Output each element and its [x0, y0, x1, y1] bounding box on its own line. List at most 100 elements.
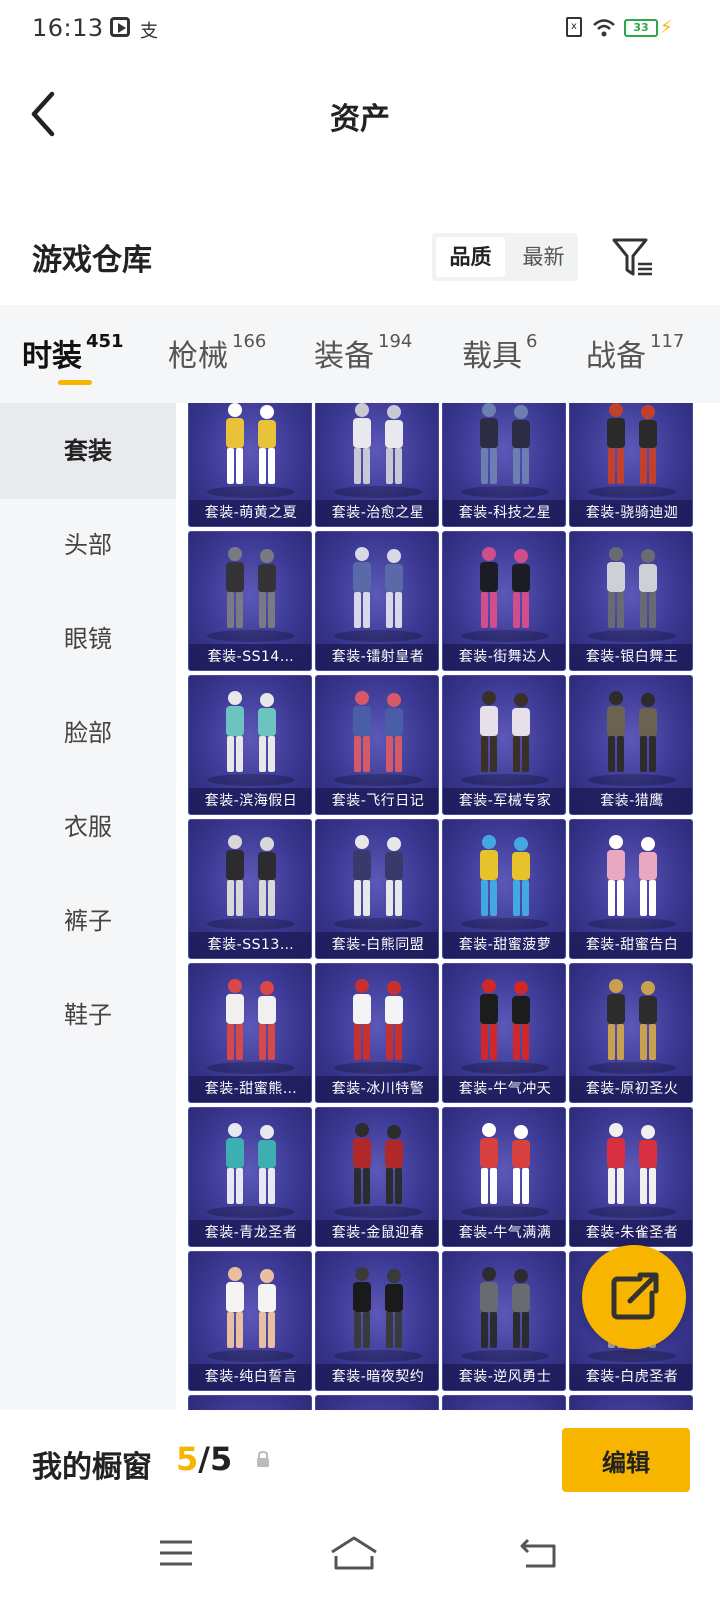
tab-fashion[interactable]: 时装 451 [22, 331, 124, 375]
showcase-total: /5 [198, 1440, 233, 1478]
outfit-thumbnail [443, 1396, 566, 1410]
outfit-card[interactable]: 套装-逆风勇士 [442, 1251, 566, 1391]
outfit-thumbnail [334, 403, 422, 498]
outfit-card[interactable]: 套装-甜蜜告白 [569, 819, 693, 959]
outfit-card[interactable]: 套装-牛气满满 [442, 1107, 566, 1247]
sidebar-item-head[interactable]: 头部 [0, 497, 176, 593]
sidebar-item-outfit[interactable]: 套装 [0, 403, 176, 499]
outfit-name: 套装-牛气满满 [443, 1220, 565, 1246]
outfit-name: 套装-甜蜜熊… [189, 1076, 311, 1102]
outfit-card[interactable]: 套装-朱雀圣者 [569, 1107, 693, 1247]
outfit-thumbnail [461, 403, 549, 498]
tab-label: 装备 [314, 339, 374, 374]
outfit-name: 套装-逆风勇士 [443, 1364, 565, 1390]
home-icon[interactable] [324, 1528, 384, 1578]
filter-icon[interactable] [612, 236, 656, 280]
tab-vehicles[interactable]: 载具 6 [462, 331, 537, 375]
outfit-card[interactable] [569, 1395, 693, 1410]
outfit-card[interactable]: 套装-骁骑迪迦 [569, 403, 693, 527]
sort-newest-option[interactable]: 最新 [509, 233, 578, 281]
outfit-name: 套装-纯白誓言 [189, 1364, 311, 1390]
sidebar-item-face[interactable]: 脸部 [0, 685, 176, 781]
back-nav-icon[interactable] [508, 1528, 568, 1578]
outfit-card[interactable]: 套装-街舞达人 [442, 531, 566, 671]
showcase-count: 5/5 [176, 1440, 232, 1478]
outfit-card[interactable] [188, 1395, 312, 1410]
outfit-thumbnail [316, 1396, 439, 1410]
outfit-card[interactable] [315, 1395, 439, 1410]
outfit-name: 套装-银白舞王 [570, 644, 692, 670]
outfit-thumbnail [207, 1267, 295, 1362]
outfit-card[interactable]: 套装-飞行日记 [315, 675, 439, 815]
tab-guns[interactable]: 枪械 166 [168, 331, 266, 375]
tab-label: 载具 [462, 339, 522, 374]
outfit-card[interactable]: 套装-甜蜜熊… [188, 963, 312, 1103]
share-button[interactable] [582, 1245, 686, 1349]
outfit-name: 套装-暗夜契约 [316, 1364, 438, 1390]
outfit-card[interactable]: 套装-冰川特警 [315, 963, 439, 1103]
menu-icon[interactable] [146, 1528, 206, 1578]
outfit-name: 套装-冰川特警 [316, 1076, 438, 1102]
outfit-card[interactable] [442, 1395, 566, 1410]
outfit-card[interactable]: 套装-原初圣火 [569, 963, 693, 1103]
outfit-card[interactable]: 套装-镭射皇者 [315, 531, 439, 671]
outfit-card[interactable]: 套装-甜蜜菠萝 [442, 819, 566, 959]
outfit-thumbnail [207, 547, 295, 642]
outfit-card[interactable]: 套装-军械专家 [442, 675, 566, 815]
outfit-card[interactable]: 套装-治愈之星 [315, 403, 439, 527]
sidebar-item-pants[interactable]: 裤子 [0, 873, 176, 969]
outfit-card[interactable]: 套装-滨海假日 [188, 675, 312, 815]
outfit-name: 套装-白虎圣者 [570, 1364, 692, 1390]
category-tabs: 时装 451 枪械 166 装备 194 载具 6 战备 117 [0, 305, 720, 403]
tab-equipment[interactable]: 装备 194 [314, 331, 412, 375]
tab-count: 6 [526, 331, 538, 352]
outfit-card[interactable]: 套装-萌黄之夏 [188, 403, 312, 527]
section-title: 游戏仓库 [32, 243, 152, 278]
showcase-label: 我的橱窗 [32, 1450, 152, 1485]
outfit-thumbnail [334, 979, 422, 1074]
outfit-card[interactable]: 套装-牛气冲天 [442, 963, 566, 1103]
video-app-icon [110, 17, 130, 37]
outfit-thumbnail [461, 691, 549, 786]
outfit-card[interactable]: 套装-青龙圣者 [188, 1107, 312, 1247]
outfit-thumbnail [461, 835, 549, 930]
sidebar-item-glasses[interactable]: 眼镜 [0, 591, 176, 687]
outfit-card[interactable]: 套装-科技之星 [442, 403, 566, 527]
outfit-thumbnail [570, 1396, 693, 1410]
edit-button[interactable]: 编辑 [562, 1428, 690, 1492]
outfit-card[interactable]: 套装-猎鹰 [569, 675, 693, 815]
tab-count: 117 [650, 331, 685, 352]
outfit-card[interactable]: 套装-SS13… [188, 819, 312, 959]
sidebar-item-shoes[interactable]: 鞋子 [0, 967, 176, 1063]
outfit-thumbnail [334, 547, 422, 642]
outfit-name: 套装-飞行日记 [316, 788, 438, 814]
outfit-name: 套装-甜蜜告白 [570, 932, 692, 958]
outfit-name: 套装-街舞达人 [443, 644, 565, 670]
outfit-name: 套装-治愈之星 [316, 500, 438, 526]
outfit-card[interactable]: 套装-纯白誓言 [188, 1251, 312, 1391]
outfit-name: 套装-牛气冲天 [443, 1076, 565, 1102]
outfit-thumbnail [588, 979, 676, 1074]
outfit-thumbnail [588, 691, 676, 786]
tab-gear[interactable]: 战备 117 [586, 331, 684, 375]
outfit-thumbnail [207, 979, 295, 1074]
outfit-card[interactable]: 套装-白熊同盟 [315, 819, 439, 959]
outfit-name: 套装-滨海假日 [189, 788, 311, 814]
outfit-card[interactable]: 套装-暗夜契约 [315, 1251, 439, 1391]
outfit-name: 套装-萌黄之夏 [189, 500, 311, 526]
outfit-thumbnail [588, 403, 676, 498]
outfit-name: 套装-SS13… [189, 932, 311, 958]
outfit-name: 套装-科技之星 [443, 500, 565, 526]
outfit-thumbnail [588, 1123, 676, 1218]
category-sidebar: 套装 头部 眼镜 脸部 衣服 裤子 鞋子 [0, 403, 176, 1410]
outfit-card[interactable]: 套装-金鼠迎春 [315, 1107, 439, 1247]
alipay-icon: 支 [140, 21, 158, 42]
outfit-name: 套装-金鼠迎春 [316, 1220, 438, 1246]
sort-quality-option[interactable]: 品质 [436, 237, 505, 277]
outfit-card[interactable]: 套装-SS14… [188, 531, 312, 671]
outfit-card[interactable]: 套装-银白舞王 [569, 531, 693, 671]
sidebar-item-clothes[interactable]: 衣服 [0, 779, 176, 875]
outfit-thumbnail [207, 835, 295, 930]
charging-icon: ⚡ [660, 17, 673, 38]
outfit-thumbnail [207, 691, 295, 786]
